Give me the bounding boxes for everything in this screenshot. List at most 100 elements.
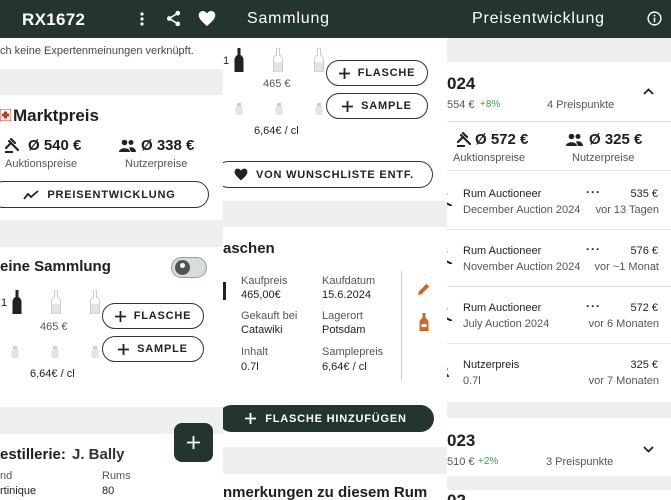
bottle-full-icon [234,48,244,72]
more-horiz-icon[interactable]: ··· [586,185,601,199]
year-2022-partial: 02 [447,491,466,500]
screen-collection: Sammlung 1 465 € 6,64€ / cl FLASCHE SAMP… [223,0,447,500]
sample-vial-icon [315,103,323,115]
entry-subtitle: December Auction 2024 [463,204,581,216]
fab-add-button[interactable] [174,423,213,462]
bottle-price: 465 € [263,78,291,90]
entry-title: Rum Auctioneer [463,245,542,257]
distillery-name: J. Bally [72,446,125,463]
sample-vial-icon [91,346,99,358]
auction-avg-label: Auktionspreise [5,158,78,170]
auction-avg-value: Ø 572 € [475,131,529,148]
add-sample-label: SAMPLE [361,100,412,112]
add-bottle-button[interactable]: FLASCHE [326,60,428,86]
users-icon [447,367,449,377]
kaufdatum-value: 15.6.2024 [322,289,371,301]
screen-title: Sammlung [247,10,330,27]
info-icon[interactable] [647,11,662,26]
gavel-icon [456,132,472,147]
entry-title: Rum Auctioneer [463,188,542,200]
add-bottle-dark-button[interactable]: FLASCHE HINZUFÜGEN [223,405,434,432]
plus-icon [118,343,130,355]
app-logo: RX1672 [22,10,86,29]
more-horiz-icon[interactable]: ··· [586,299,601,313]
price-entry[interactable]: Rum Auctioneer December Auction 2024 ···… [447,171,671,228]
section-separator [447,38,671,62]
distillery-col1-value: rtinique [0,485,37,497]
entry-subtitle: November Auction 2024 [463,261,581,273]
app-bar: Preisentwicklung [447,0,671,38]
distillery-label: estillerie: [0,446,66,463]
kaufpreis-label: Kaufpreis [241,275,288,287]
section-separator [223,201,447,227]
collection-toggle[interactable] [171,257,207,278]
year-2023-change: +2% [478,456,499,467]
sample-vial-icon [11,346,19,358]
bottle-price: 465 € [40,321,68,333]
remove-wishlist-button[interactable]: VON WUNSCHLISTE ENTF. [223,161,433,188]
user-avg-label: Nutzerpreise [572,152,635,164]
price-development-button[interactable]: PREISENTWICKLUNG [0,181,209,208]
entry-price: 576 € [630,245,658,257]
remove-wishlist-label: VON WUNSCHLISTE ENTF. [256,168,414,181]
gekauft-label: Gekauft bei [241,310,298,322]
section-separator [0,69,223,95]
add-sample-button[interactable]: SAMPLE [102,336,204,362]
add-bottle-label: FLASCHE [133,310,192,322]
users-icon [566,133,583,146]
section-separator [0,220,223,247]
price-entry[interactable]: Rum Auctioneer November Auction 2024 ···… [447,229,671,286]
market-title: Marktpreis [13,106,99,125]
plus-icon [342,100,354,112]
section-separator [447,476,671,490]
inhalt-value: 0.7l [241,361,259,373]
screen-title: Preisentwicklung [472,10,605,27]
price-entry[interactable]: Rum Auctioneer July Auction 2024 ··· 572… [447,286,671,343]
app-bar: Sammlung [223,0,447,38]
heart-icon [234,168,248,181]
kaufpreis-value: 465,00€ [241,289,281,301]
collection-title: eine Sammlung [0,258,111,275]
app-bar: RX1672 [0,0,223,38]
sample-vial-icon [51,346,59,358]
year-2024: 024 [447,74,476,93]
swiss-cross-icon [0,109,11,121]
samplepreis-label: Samplepreis [322,346,384,358]
gavel-icon [447,193,452,206]
bottle-count: 1 [223,55,230,67]
price-entry[interactable]: Nutzerpreis 0.7l 325 € vor 7 Monaten [447,343,671,400]
notes-title: nmerkungen zu diesem Rum [223,484,428,500]
users-icon [119,139,136,152]
gavel-icon [447,251,452,264]
entry-ago: vor 6 Monaten [588,318,659,330]
entry-price: 572 € [630,302,658,314]
auction-avg-label: Auktionspreise [453,152,526,164]
lagerort-value: Potsdam [322,324,366,336]
bottle-empty-icon [51,290,61,314]
plus-icon [338,67,350,79]
bottle-action-icon[interactable] [419,313,429,331]
chevron-up-icon[interactable] [643,88,654,95]
year-2023-avg: 510 € [447,456,475,468]
gavel-icon [447,308,452,321]
year-2024-points: 4 Preispunkte [547,99,615,111]
plus-icon [187,436,200,449]
sample-price: 6,64€ / cl [254,125,299,137]
price-development-label: PREISENTWICKLUNG [47,188,176,201]
bottle-full-icon [223,282,226,300]
share-icon[interactable] [165,10,182,27]
distillery-col1-label: nd [0,470,13,482]
entry-price: 535 € [630,188,658,200]
more-horiz-icon[interactable]: ··· [586,242,601,256]
more-vert-icon[interactable] [134,11,150,27]
heart-icon[interactable] [198,10,216,27]
user-avg-value: Ø 325 € [589,131,643,148]
year-2023-points: 3 Preispunkte [546,456,614,468]
gavel-icon [4,138,20,153]
edit-pen-icon[interactable] [417,282,431,296]
add-sample-button[interactable]: SAMPLE [326,93,428,119]
add-bottle-button[interactable]: FLASCHE [102,303,204,329]
chevron-down-icon[interactable] [643,446,654,453]
samplepreis-value: 6,64€ / cl [322,361,367,373]
entry-ago: vor 13 Tagen [595,204,659,216]
